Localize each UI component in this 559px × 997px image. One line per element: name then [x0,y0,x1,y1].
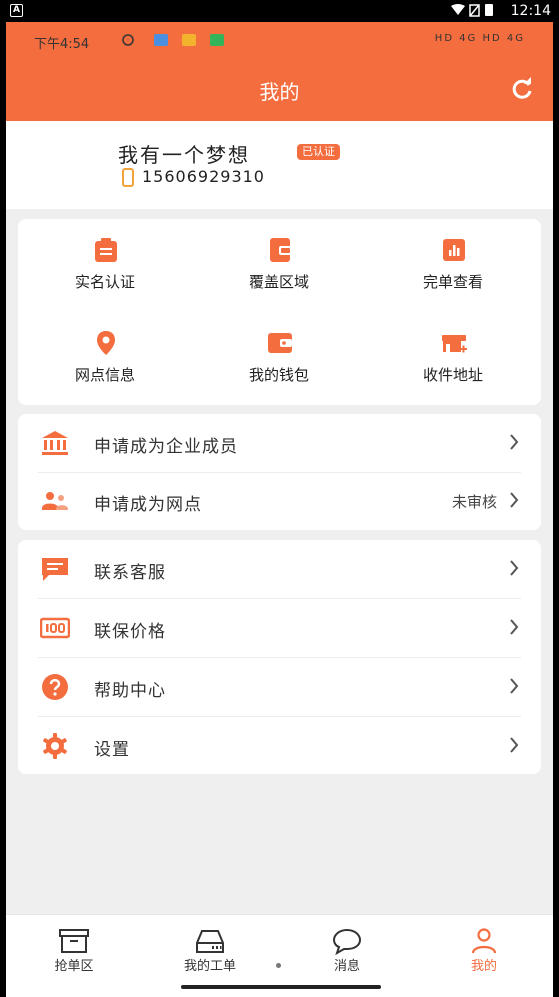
feature-grid: 实名认证 覆盖区域 完单查看 网点信息 我的钱包 收件地址 [18,219,541,405]
menu-item-outlet-apply[interactable]: 申请成为网点 未审核 [18,472,541,530]
chevron-right-icon [510,560,519,576]
menu-item-warranty-price[interactable]: 联保价格 [18,599,541,657]
chevron-right-icon [510,619,519,635]
system-status-bar: A 12:14 [0,0,559,22]
map-area-icon [270,238,292,262]
verified-badge: 已认证 [297,144,340,160]
bar-chart-icon [443,239,465,261]
bank-icon [42,431,68,455]
page-indicator-dot [276,963,281,968]
grid-item-label: 我的钱包 [248,366,309,384]
menu-item-label: 设置 [94,740,130,760]
grid-item-label: 网点信息 [74,366,135,384]
user-icon [471,928,497,954]
drive-icon [196,930,224,953]
grid-item-coverage[interactable]: 覆盖区域 [192,219,366,312]
menu-item-label: 申请成为企业成员 [94,437,238,457]
menu-item-customer-service[interactable]: 联系客服 [18,540,541,598]
grid-item-label: 覆盖区域 [248,273,309,291]
review-status: 未审核 [451,493,497,511]
grid-item-wallet[interactable]: 我的钱包 [192,312,366,405]
user-phone: 15606929310 [142,167,265,186]
gear-icon [43,733,67,759]
page-title: 我的 [259,80,300,104]
application-menu: 申请成为企业成员 申请成为网点 未审核 [18,414,541,530]
app-status-bar: 下午4:54 HD 4G HD 4G [6,22,553,58]
chevron-right-icon [510,492,519,508]
tab-mine[interactable]: 我的 [416,915,552,985]
help-icon [42,674,68,700]
phone-icon [122,168,134,187]
chat-icon [42,558,68,581]
service-menu: 联系客服 联保价格 帮助中心 设置 [18,540,541,774]
grid-item-label: 收件地址 [422,366,483,384]
menu-item-label: 联系客服 [94,563,166,583]
chevron-right-icon [510,737,519,753]
notification-icon: A [10,4,23,17]
grid-item-delivery-address[interactable]: 收件地址 [366,312,540,405]
page-header: 我的 [6,58,553,121]
menu-item-label: 帮助中心 [94,681,166,701]
tab-label: 我的工单 [183,959,236,974]
system-icons [449,3,497,20]
system-time: 12:14 [510,3,551,19]
message-icon [332,928,362,955]
grid-item-outlet-info[interactable]: 网点信息 [18,312,192,405]
tab-label: 我的 [470,959,497,974]
chevron-right-icon [510,678,519,694]
tab-label: 抢单区 [54,959,94,974]
chevron-right-icon [510,434,519,450]
tab-messages[interactable]: 消息 [279,915,415,985]
menu-item-label: 申请成为网点 [94,495,202,515]
grid-item-real-name[interactable]: 实名认证 [18,219,192,312]
menu-item-settings[interactable]: 设置 [18,717,541,775]
status-notification-icons [122,34,224,46]
menu-item-enterprise-member[interactable]: 申请成为企业成员 [18,414,541,472]
location-pin-icon [97,331,115,355]
profile-card[interactable]: 我有一个梦想 已认证 15606929310 [6,121,553,209]
menu-item-label: 联保价格 [94,622,166,642]
grid-item-label: 实名认证 [74,273,135,291]
group-icon [42,492,68,510]
wallet-icon [268,333,292,353]
tab-my-work-orders[interactable]: 我的工单 [142,915,278,985]
app-frame: 下午4:54 HD 4G HD 4G 我的 我有一个梦想 已认证 1560692… [6,22,553,997]
app-status-time: 下午4:54 [34,37,90,52]
tab-label: 消息 [333,959,360,974]
truck-add-icon [442,335,467,353]
refresh-icon[interactable] [509,76,535,102]
grid-item-label: 完单查看 [422,273,483,291]
wifi-battery-icon [451,4,493,17]
user-name: 我有一个梦想 [118,143,250,167]
home-indicator[interactable] [181,985,381,989]
price-tag-icon [40,617,70,639]
clipboard-icon [95,238,117,262]
menu-item-help-center[interactable]: 帮助中心 [18,658,541,716]
app-status-signal: HD 4G HD 4G [434,33,525,44]
grid-item-completed-orders[interactable]: 完单查看 [366,219,540,312]
box-icon [59,929,89,953]
tab-grab-orders[interactable]: 抢单区 [6,915,142,985]
